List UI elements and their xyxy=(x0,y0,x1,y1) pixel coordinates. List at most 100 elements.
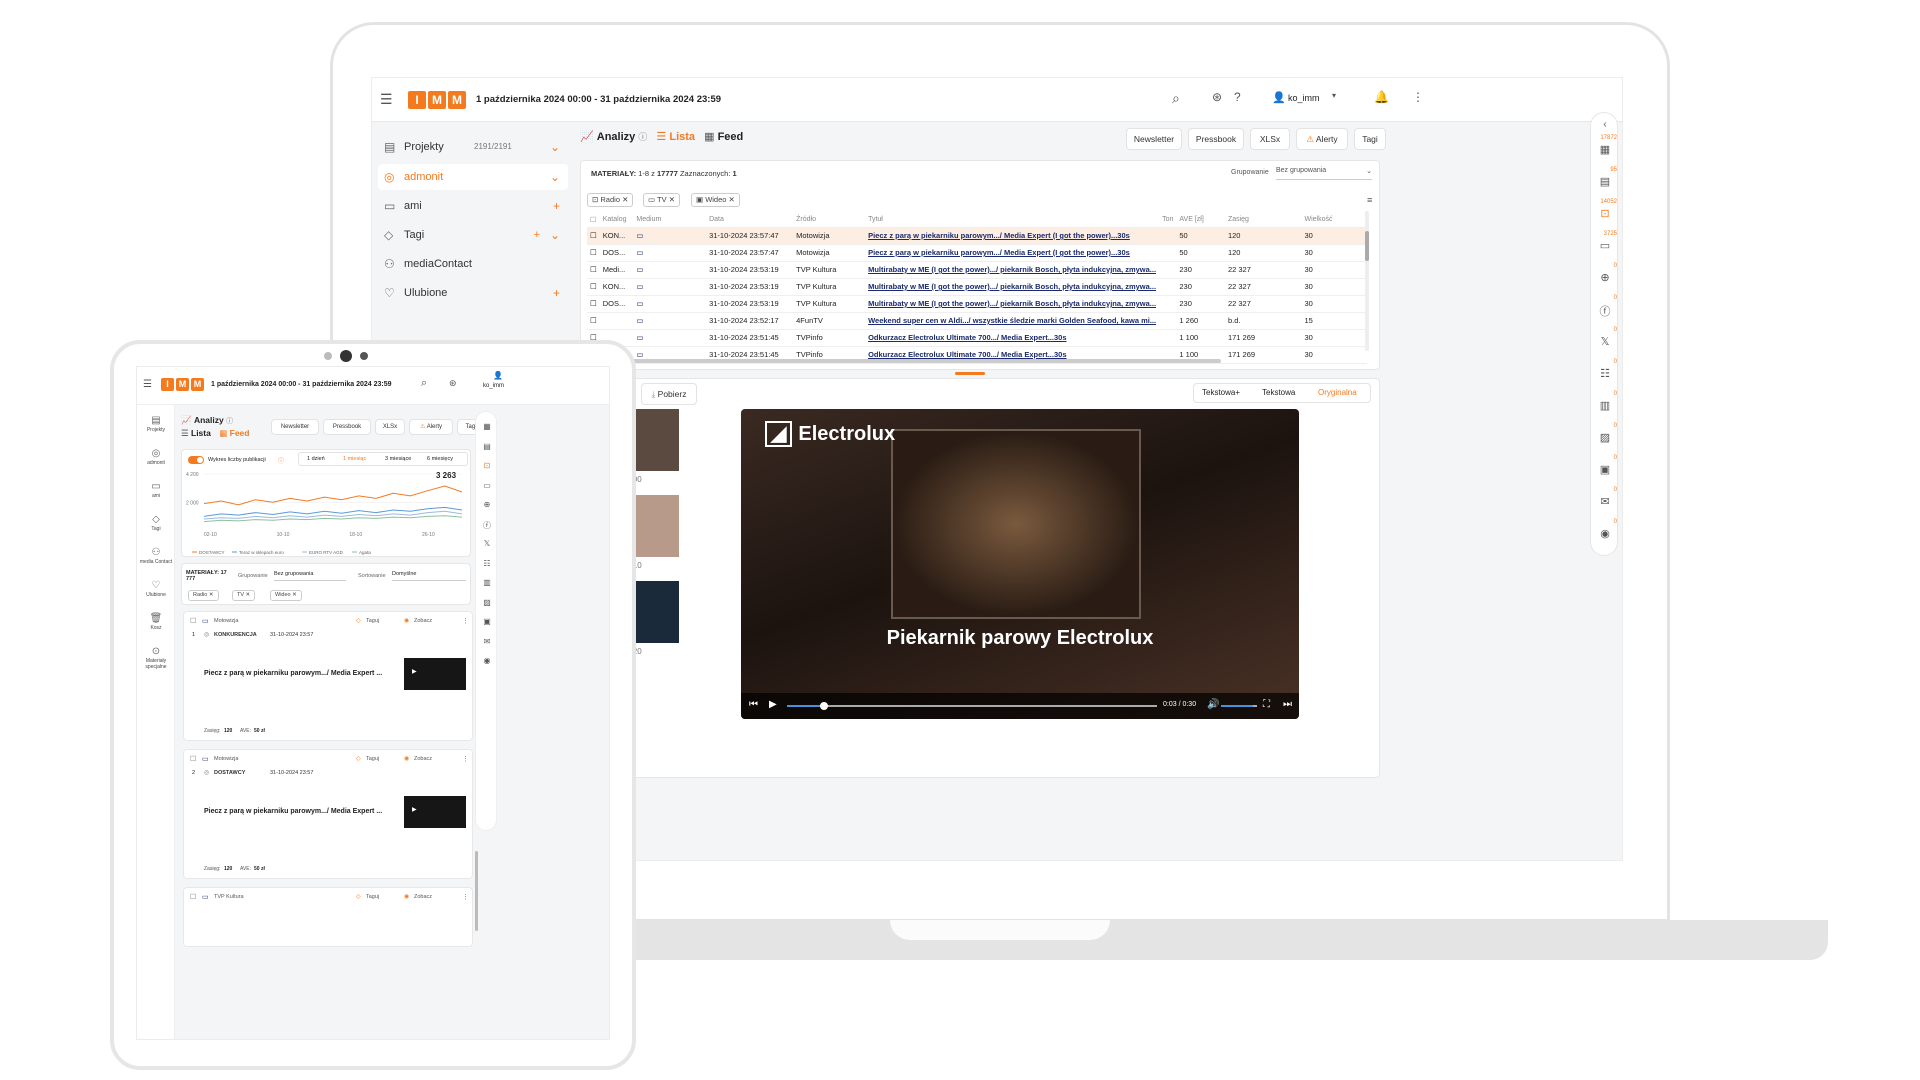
skip-forward-icon[interactable]: ⏭ xyxy=(1283,699,1292,710)
image-icon[interactable]: ▨ xyxy=(1591,431,1619,444)
sidebar-item-tagi[interactable]: ◇ Tagi + ⌄ xyxy=(378,222,568,248)
table-row[interactable]: ☐ KON... ▭ 31-10-2024 23:57:47 Motowizja Piec… xyxy=(587,227,1367,245)
user-name[interactable]: ko_imm xyxy=(1288,93,1320,103)
podcast-icon[interactable]: ◉ xyxy=(476,656,498,665)
feed-card[interactable]: ☐ ▭ Motowizja ◇ Taguj ◉ Zobacz ⋮ 2 ◎ DOSTAWCY 31-10… xyxy=(183,749,473,879)
volume-track[interactable] xyxy=(1221,705,1257,707)
hamburger-menu-icon[interactable]: ☰ xyxy=(143,379,152,390)
help-icon[interactable]: ? xyxy=(1234,90,1241,104)
more-icon[interactable]: ⋮ xyxy=(462,617,469,625)
chevron-down-icon[interactable]: ⌄ xyxy=(550,222,560,248)
user-icon[interactable]: 👤 xyxy=(493,371,503,380)
database-icon[interactable]: ▤ xyxy=(1591,175,1619,188)
card-tag-button[interactable]: Taguj xyxy=(366,618,379,624)
table-row[interactable]: ☐ DOS... ▭ 31-10-2024 23:53:19 TVP Kultura Mu… xyxy=(587,295,1367,313)
volume-icon[interactable]: 🔊 xyxy=(1207,699,1219,710)
table-scrollbar[interactable] xyxy=(1365,211,1369,351)
cell-tytul[interactable]: Multirabaty w ME (I got the power).../ p… xyxy=(865,278,1160,296)
col-ton[interactable]: Ton xyxy=(1159,213,1177,228)
card-checkbox[interactable]: ☐ xyxy=(190,617,196,625)
title-link[interactable]: Piecz z parą w piekarniku parowym.../ Me… xyxy=(868,248,1130,257)
tablet-user-name[interactable]: ko_imm xyxy=(483,383,504,389)
tablet-list-scrollbar[interactable] xyxy=(475,851,478,931)
range-1-day[interactable]: 1 dzień xyxy=(307,453,325,465)
tab-lista[interactable]: Lista xyxy=(191,428,211,438)
forum-icon[interactable]: ☷ xyxy=(476,559,498,568)
tablet-sidebar-item[interactable]: ⚇ media Contact xyxy=(137,547,175,565)
plus-icon[interactable]: + xyxy=(534,222,540,248)
card-tag-button[interactable]: Taguj xyxy=(366,894,379,900)
tab-feed[interactable]: Feed xyxy=(230,428,250,438)
title-link[interactable]: Odkurzacz Electrolux Ultimate 700.../ Me… xyxy=(868,333,1066,342)
chart-toggle[interactable] xyxy=(188,456,204,464)
table-row[interactable]: ☐▭31-10-2024 23:51:45TVPinfoOdkurzacz El… xyxy=(587,329,1367,347)
xlsx-button[interactable]: XLSx xyxy=(1250,128,1290,150)
plus-icon[interactable]: + xyxy=(553,280,560,306)
facebook-icon[interactable]: ⓕ xyxy=(1591,303,1619,319)
feed-card[interactable]: ☐ ▭ TVP Kultura ◇ Taguj ◉ Zobacz ⋮ xyxy=(183,887,473,947)
filter-chip-tv[interactable]: ▭ TV ✕ xyxy=(643,193,681,207)
grid-icon[interactable]: ▦ xyxy=(1591,143,1619,156)
message-icon[interactable]: ✉ xyxy=(476,637,498,646)
legend-label[interactable]: DOSTAWCY xyxy=(199,550,225,555)
row-checkbox[interactable]: ☐ xyxy=(587,244,600,262)
resize-handle[interactable] xyxy=(955,372,985,375)
tab-oryginalna[interactable]: Oryginalna xyxy=(1318,384,1357,402)
card-thumbnail[interactable]: ▶ xyxy=(404,658,466,690)
title-link[interactable]: Multirabaty w ME (I got the power).../ p… xyxy=(868,299,1156,308)
message-icon[interactable]: ✉ xyxy=(1591,495,1619,508)
web-icon[interactable]: ⊕ xyxy=(476,500,498,509)
filter-chip-radio[interactable]: Radio ✕ xyxy=(188,590,219,601)
row-checkbox[interactable]: ☐ xyxy=(587,295,600,313)
download-button[interactable]: ⤓ Pobierz xyxy=(641,383,697,405)
facebook-icon[interactable]: ⓕ xyxy=(476,520,498,531)
hamburger-menu-icon[interactable]: ☰ xyxy=(380,91,393,108)
xlsx-button[interactable]: XLSx xyxy=(375,419,405,435)
tagi-button[interactable]: Tagi xyxy=(1354,128,1386,150)
row-checkbox[interactable]: ☐ xyxy=(587,261,600,279)
chevron-down-icon[interactable]: ⌄ xyxy=(550,134,560,160)
radio-icon[interactable]: ⊡ xyxy=(476,461,498,470)
row-checkbox[interactable]: ☐ xyxy=(587,312,600,330)
row-checkbox[interactable]: ☐ xyxy=(587,278,600,296)
col-zrodlo[interactable]: Źródło xyxy=(793,213,866,228)
grouping-select[interactable]: Bez grupowania ⌄ xyxy=(1276,167,1372,180)
sidebar-item-projekty[interactable]: ▤ Projekty 2191/2191 ⌄ xyxy=(378,134,568,160)
card-checkbox[interactable]: ☐ xyxy=(190,893,196,901)
video-icon[interactable]: ▣ xyxy=(476,617,498,626)
accessibility-icon[interactable]: ⊛ xyxy=(449,378,457,389)
newsletter-button[interactable]: Newsletter xyxy=(1126,128,1182,150)
image-icon[interactable]: ▨ xyxy=(476,598,498,607)
cell-tytul[interactable]: Odkurzacz Electrolux Ultimate 700.../ Me… xyxy=(865,329,1160,347)
filter-chip-tv[interactable]: TV ✕ xyxy=(232,590,256,601)
title-link[interactable]: Odkurzacz Electrolux Ultimate 700.../ Me… xyxy=(868,350,1066,359)
tablet-sidebar-item[interactable]: ◇ Tagi xyxy=(137,514,175,532)
col-wielkosc[interactable]: Wielkość xyxy=(1301,213,1367,228)
tablet-date-range[interactable]: 1 października 2024 00:00 - 31 październ… xyxy=(211,381,392,388)
sidebar-item-ami[interactable]: ▭ ami + xyxy=(378,193,568,219)
more-icon[interactable]: ⋮ xyxy=(462,893,469,901)
card-see-button[interactable]: Zobacz xyxy=(414,894,432,900)
table-row[interactable]: ☐ KON... ▭ 31-10-2024 23:53:19 TVP Kultura Mu… xyxy=(587,278,1367,296)
forum-icon[interactable]: ☷ xyxy=(1591,367,1619,380)
sidebar-item-mediacontact[interactable]: ⚇ mediaContact xyxy=(378,251,568,277)
newsletter-button[interactable]: Newsletter xyxy=(271,419,319,435)
tab-analizy[interactable]: Analizy xyxy=(597,131,636,143)
video-progress-track[interactable] xyxy=(787,702,1157,710)
col-data[interactable]: Data xyxy=(706,213,794,228)
legend-label[interactable]: EURO RTV AGD xyxy=(309,550,344,555)
feed-card[interactable]: ☐ ▭ Motowizja ◇ Taguj ◉ Zobacz ⋮ 1 ◎ KONKURENCJA 31… xyxy=(183,611,473,741)
title-link[interactable]: Piecz z parą w piekarniku parowym.../ Me… xyxy=(868,231,1130,240)
tablet-sidebar-item[interactable]: ♡ Ulubione xyxy=(137,580,175,598)
play-icon[interactable]: ▶ xyxy=(412,806,417,813)
table-row[interactable]: ☐ Medi... ▭ 31-10-2024 23:53:19 TVP Kultura M… xyxy=(587,261,1367,279)
web-icon[interactable]: ⊕ xyxy=(1591,271,1619,284)
tab-tekstowa[interactable]: Tekstowa xyxy=(1262,384,1295,402)
skip-back-icon[interactable]: ⏮ xyxy=(749,699,758,710)
card-tag-button[interactable]: Taguj xyxy=(366,756,379,762)
news-icon[interactable]: ▥ xyxy=(476,578,498,587)
col-katalog[interactable]: Katalog xyxy=(599,213,634,228)
more-icon[interactable]: ⋮ xyxy=(1412,90,1424,104)
col-tytul[interactable]: Tytuł xyxy=(865,213,1160,228)
user-icon[interactable]: 👤 xyxy=(1272,91,1286,104)
